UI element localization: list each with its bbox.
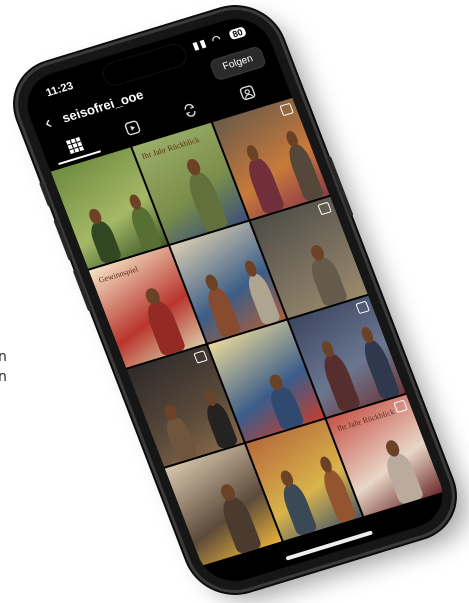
reels-icon	[124, 120, 141, 136]
battery-icon: 80	[228, 26, 248, 41]
photo-figure	[87, 219, 123, 265]
reel-badge-icon	[279, 102, 294, 117]
grid-icon	[65, 136, 85, 155]
photo-figure	[284, 142, 325, 203]
photo-figure	[184, 169, 230, 233]
phone-body: 11:23 ▮▮ ◠ 80 ‹ seisofrei_ooe Folgen Ihr…	[5, 0, 465, 601]
reel-badge-icon	[355, 300, 370, 315]
reel-badge-icon	[193, 350, 208, 364]
photo-figure	[266, 384, 306, 431]
tagged-icon	[239, 85, 256, 101]
status-icons: ▮▮ ◠ 80	[191, 26, 248, 53]
photo-figure	[218, 494, 263, 555]
status-time: 11:23	[44, 80, 76, 100]
photo-figure	[382, 451, 425, 505]
repost-icon	[184, 103, 196, 117]
photo-figure	[319, 352, 362, 413]
photo-figure	[360, 337, 401, 401]
phone-mockup: 11:23 ▮▮ ◠ 80 ‹ seisofrei_ooe Folgen Ihr…	[0, 0, 469, 602]
post-grid: Ihr Jahr Rückblick Gewinnspiel Ihr Jahr Rü…	[50, 97, 453, 590]
reel-badge-icon	[317, 201, 332, 216]
back-arrow-icon[interactable]: ‹	[41, 112, 54, 132]
volume-up-button	[53, 218, 73, 262]
wifi-icon: ◠	[210, 33, 225, 47]
signal-icon: ▮▮	[191, 37, 210, 53]
photo-figure	[143, 298, 187, 357]
action-button	[38, 181, 53, 207]
photo-figure	[162, 415, 199, 463]
photo-figure	[203, 285, 243, 339]
photo-figure	[244, 156, 286, 215]
photo-figure	[278, 481, 319, 537]
photo-figure	[307, 255, 349, 307]
volume-down-button	[72, 269, 93, 312]
phone-screen: 11:23 ▮▮ ◠ 80 ‹ seisofrei_ooe Folgen Ihr…	[17, 10, 453, 590]
